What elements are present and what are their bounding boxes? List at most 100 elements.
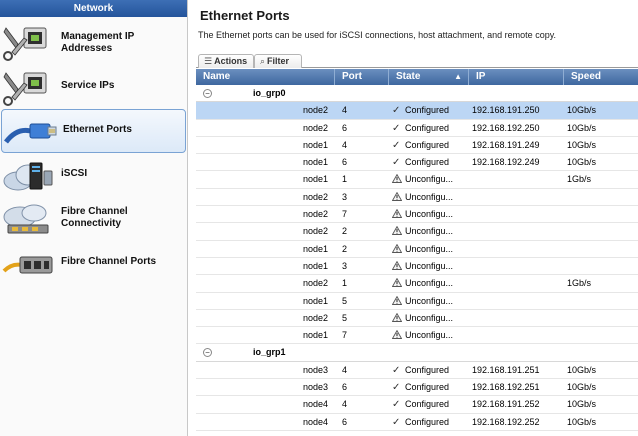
table-row[interactable]: node2 1 Unconfigu... 1Gb/s — [196, 275, 638, 293]
collapse-icon[interactable]: − — [203, 348, 212, 358]
table-row[interactable]: node4 6 ✓ Configured 192.168.192.252 10Gb/s — [196, 414, 638, 431]
sidebar-item-iscsi[interactable]: iSCSI — [0, 154, 187, 196]
node-cell: node1 — [302, 330, 328, 341]
sidebar-item-label: iSCSI — [61, 168, 88, 179]
warning-icon — [392, 312, 402, 322]
table-row[interactable]: node1 5 Unconfigu... — [196, 293, 638, 310]
column-header-port[interactable]: Port — [335, 69, 389, 85]
node-cell: node4 — [302, 399, 328, 410]
speed-cell: 10Gb/s — [567, 382, 597, 393]
port-cell: 4 — [342, 364, 348, 375]
sidebar-item-label: Fibre Channel Ports — [61, 256, 157, 267]
sidebar-item-fibre-channel-connectivity[interactable]: Fibre Channel Connectivity — [0, 197, 187, 241]
ip-cell: 192.168.192.249 — [472, 157, 540, 168]
collapse-icon[interactable]: − — [203, 89, 212, 98]
state-cell: ✓ Configured — [392, 137, 470, 154]
sidebar-item-service-ips[interactable]: Service IPs — [0, 66, 187, 108]
check-icon: ✓ — [392, 364, 401, 376]
state-cell: ✓ Configured — [392, 362, 470, 379]
state-text: Configured — [405, 105, 450, 116]
table-header: Name Port State ▲ IP Speed — [196, 69, 638, 85]
state-cell: Unconfigu... — [392, 310, 470, 327]
filter-button[interactable]: ⌕ Filter — [254, 54, 302, 68]
ip-cell — [472, 223, 566, 240]
port-cell: 2 — [342, 243, 348, 254]
ports-table: Name Port State ▲ IP Speed − io_grp0 node2… — [196, 69, 638, 431]
ip-cell — [472, 171, 566, 188]
group-name: io_grp1 — [253, 347, 286, 358]
speed-cell: 10Gb/s — [567, 139, 597, 150]
state-text: Unconfigu... — [405, 278, 454, 289]
state-cell: Unconfigu... — [392, 327, 470, 344]
port-cell: 3 — [342, 191, 348, 202]
port-cell: 7 — [342, 330, 348, 341]
ip-cell: 192.168.191.251 — [472, 364, 540, 375]
table-row[interactable]: node1 2 Unconfigu... — [196, 241, 638, 258]
ip-cell: 192.168.192.251 — [472, 382, 540, 393]
table-row[interactable]: node1 4 ✓ Configured 192.168.191.249 10Gb/s — [196, 137, 638, 155]
state-cell: Unconfigu... — [392, 171, 470, 188]
sidebar-item-fibre-channel-ports[interactable]: Fibre Channel Ports — [0, 242, 187, 284]
table-body: − io_grp0 node2 4 ✓ Configured 192.168.191.250… — [196, 85, 638, 431]
state-text: Unconfigu... — [405, 209, 454, 220]
port-cell: 6 — [342, 157, 348, 168]
check-icon: ✓ — [392, 416, 401, 428]
table-row[interactable]: node1 7 Unconfigu... — [196, 327, 638, 345]
port-cell: 6 — [342, 122, 348, 133]
state-text: Unconfigu... — [405, 191, 454, 202]
warning-icon — [392, 260, 402, 270]
speed-cell: 10Gb/s — [567, 105, 597, 116]
column-header-state[interactable]: State ▲ — [389, 69, 469, 85]
warning-icon — [392, 330, 402, 340]
warning-icon — [392, 278, 402, 288]
warning-icon — [392, 295, 402, 305]
ip-cell — [472, 241, 566, 258]
speed-cell — [567, 310, 637, 327]
speed-cell: 10Gb/s — [567, 157, 597, 168]
port-cell: 6 — [342, 382, 348, 393]
warning-icon — [392, 243, 402, 253]
table-row[interactable]: node3 6 ✓ Configured 192.168.192.251 10Gb/s — [196, 379, 638, 397]
state-cell: Unconfigu... — [392, 223, 470, 240]
speed-cell: 1Gb/s — [567, 278, 592, 289]
column-header-name[interactable]: Name — [196, 69, 335, 85]
node-cell: node1 — [302, 139, 328, 150]
iscsi-cloud-icon — [3, 162, 53, 191]
state-cell: ✓ Configured — [392, 379, 470, 396]
column-header-speed[interactable]: Speed — [564, 69, 638, 85]
table-row[interactable]: node3 4 ✓ Configured 192.168.191.251 10Gb/s — [196, 362, 638, 380]
port-cell: 3 — [342, 260, 348, 271]
table-row[interactable]: node1 3 Unconfigu... — [196, 258, 638, 276]
port-cell: 4 — [342, 139, 348, 150]
state-text: Configured — [405, 416, 450, 427]
table-row[interactable]: node2 2 Unconfigu... — [196, 223, 638, 241]
list-icon: ☰ — [204, 56, 213, 66]
port-cell: 1 — [342, 278, 348, 289]
group-row[interactable]: − io_grp1 — [196, 344, 638, 362]
port-cell: 2 — [342, 226, 348, 237]
sidebar-item-management-ip[interactable]: Management IP Addresses — [0, 20, 187, 64]
node-cell: node2 — [302, 105, 328, 116]
service-ip-icon — [3, 72, 47, 106]
table-row[interactable]: node2 4 ✓ Configured 192.168.191.250 10Gb/s — [196, 102, 638, 120]
page-title: Ethernet Ports — [200, 8, 290, 23]
table-row[interactable]: node1 6 ✓ Configured 192.168.192.249 10Gb/s — [196, 154, 638, 172]
state-text: Unconfigu... — [405, 226, 454, 237]
table-row[interactable]: node2 5 Unconfigu... — [196, 310, 638, 328]
speed-cell: 10Gb/s — [567, 416, 597, 427]
group-row[interactable]: − io_grp0 — [196, 85, 638, 103]
warning-icon — [392, 174, 402, 184]
table-row[interactable]: node2 6 ✓ Configured 192.168.192.250 10Gb/s — [196, 120, 638, 137]
table-row[interactable]: node1 1 Unconfigu... 1Gb/s — [196, 171, 638, 189]
column-header-ip[interactable]: IP — [469, 69, 564, 85]
node-cell: node4 — [302, 416, 328, 427]
state-cell: Unconfigu... — [392, 189, 470, 206]
table-row[interactable]: node4 4 ✓ Configured 192.168.191.252 10Gb/s — [196, 396, 638, 414]
speed-cell: 1Gb/s — [567, 174, 592, 185]
table-row[interactable]: node2 3 Unconfigu... — [196, 189, 638, 207]
sidebar-item-ethernet-ports[interactable]: Ethernet Ports — [1, 109, 186, 153]
table-row[interactable]: node2 7 Unconfigu... — [196, 206, 638, 224]
speed-cell: 10Gb/s — [567, 399, 597, 410]
actions-button[interactable]: ☰ Actions — [198, 54, 254, 68]
state-text: Configured — [405, 139, 450, 150]
